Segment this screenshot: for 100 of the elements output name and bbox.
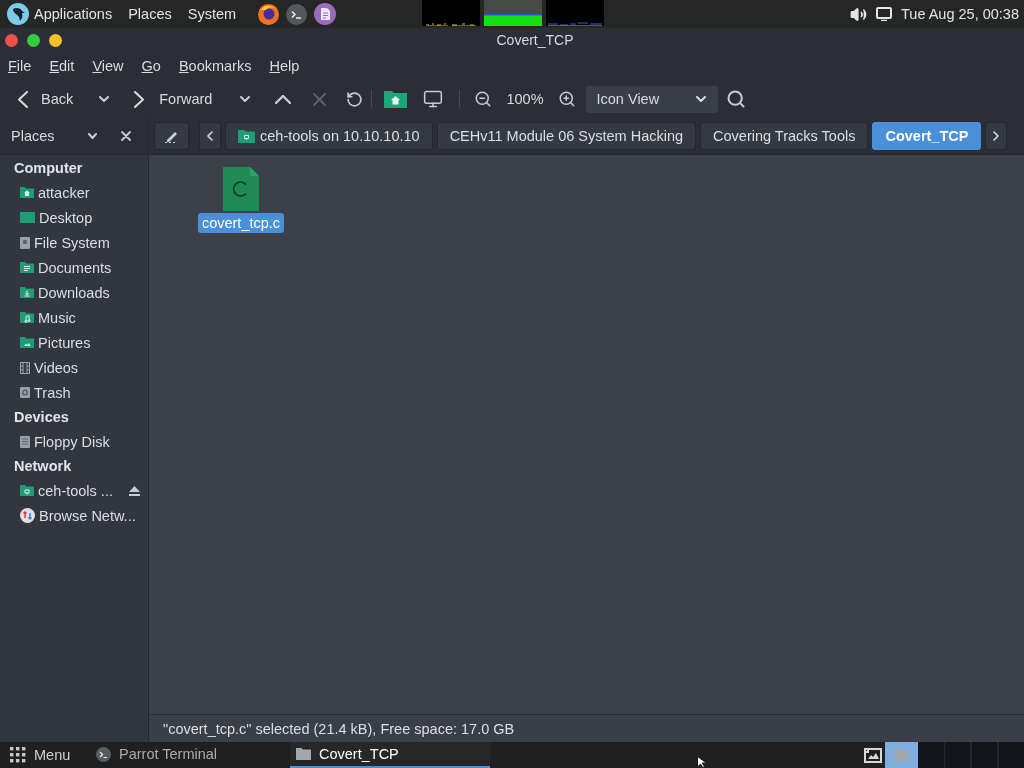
pencil-icon — [164, 129, 179, 143]
clock[interactable]: Tue Aug 25, 00:38 — [901, 6, 1019, 22]
menu-item[interactable]: View — [92, 58, 124, 74]
edit-location-button[interactable] — [154, 122, 189, 150]
close-icon — [121, 131, 131, 141]
home-button[interactable] — [384, 90, 408, 108]
folder-icon — [296, 748, 311, 760]
image-icon — [864, 747, 882, 763]
sidebar-mode-button[interactable] — [88, 133, 97, 139]
forward-history-button[interactable] — [240, 96, 251, 102]
film-icon — [20, 361, 30, 374]
scroll-right-button[interactable] — [985, 122, 1008, 150]
pictures-folder-icon — [20, 337, 34, 348]
computer-button[interactable] — [423, 89, 444, 109]
reload-icon — [346, 90, 364, 108]
zoom-out-icon — [474, 90, 493, 108]
path-segment[interactable]: Covering Tracks Tools — [700, 122, 869, 150]
back-history-button[interactable] — [99, 96, 110, 102]
panel-menu[interactable]: Places — [128, 6, 172, 22]
chevron-left-icon — [18, 90, 28, 108]
panel-menu[interactable]: System — [187, 6, 237, 22]
sidebar-item[interactable]: attacker — [0, 180, 148, 205]
sidebar-item[interactable]: File System — [0, 230, 148, 255]
menu-item[interactable]: Go — [141, 58, 161, 74]
chevron-right-icon — [993, 131, 1000, 141]
close-sidebar-button[interactable] — [121, 131, 131, 141]
sidebar-item[interactable]: ceh-tools ... — [0, 478, 148, 503]
status-text: "covert_tcp.c" selected (21.4 kB), Free space: 17.0 GB — [163, 720, 515, 737]
window-title: Covert_TCP — [496, 32, 574, 48]
zoom-out-button[interactable] — [474, 90, 493, 108]
network-icon — [20, 508, 35, 523]
panel-menu[interactable]: Applications — [7, 3, 113, 25]
sidebar-section-title: Devices — [13, 408, 70, 427]
close-icon — [313, 92, 327, 106]
shared-folder-icon — [238, 129, 255, 143]
sidebar-item[interactable]: Videos — [0, 355, 148, 380]
close-window-button[interactable] — [5, 33, 18, 47]
c-source-file-icon[interactable] — [223, 167, 259, 211]
volume-icon[interactable] — [850, 5, 867, 23]
trash-icon — [20, 387, 30, 398]
path-segment[interactable]: CEHv11 Module 06 System Hacking — [436, 122, 697, 150]
zoom-in-button[interactable] — [557, 90, 576, 108]
text-editor-launcher-icon[interactable] — [314, 3, 337, 25]
minimize-window-button[interactable] — [49, 33, 62, 47]
back-button[interactable]: Back — [14, 85, 78, 113]
home-folder-icon — [384, 90, 408, 108]
drive-icon — [20, 236, 30, 249]
load-graph — [546, 0, 604, 26]
sidebar-section-title: Computer — [13, 159, 84, 178]
taskbar-window-button[interactable]: Covert_TCP — [290, 742, 490, 768]
zoom-in-icon — [557, 90, 576, 108]
sidebar-title: Places — [11, 128, 56, 144]
browser-launcher-icon[interactable] — [258, 3, 280, 25]
menu-button[interactable]: Menu — [0, 742, 90, 768]
desktop-icon — [20, 212, 35, 223]
menu-item[interactable]: Edit — [49, 58, 75, 74]
sidebar-section-title: Network — [13, 457, 73, 476]
scroll-left-button[interactable] — [199, 122, 221, 150]
zoom-level: 100% — [505, 91, 545, 107]
memory-graph — [484, 0, 542, 26]
maximize-window-button[interactable] — [27, 33, 40, 47]
workspace-switcher[interactable] — [918, 742, 1024, 768]
sidebar-item[interactable]: Browse Netw... — [0, 503, 148, 528]
caret-icon — [240, 96, 251, 102]
load-graph — [422, 0, 480, 26]
sidebar-item[interactable]: Pictures — [0, 330, 148, 355]
parent-folder-button[interactable] — [275, 94, 292, 104]
sidebar-item[interactable]: Floppy Disk — [0, 429, 148, 454]
grid-icon — [10, 747, 26, 763]
sidebar-item[interactable]: Trash — [0, 380, 148, 405]
forward-button[interactable]: Forward — [130, 85, 217, 113]
reload-button[interactable] — [346, 90, 364, 108]
menu-item[interactable]: Help — [269, 58, 300, 74]
menu-item[interactable]: File — [8, 58, 32, 74]
chevron-left-icon — [207, 131, 213, 141]
caret-icon — [99, 96, 110, 102]
search-button[interactable] — [725, 89, 746, 109]
chevron-up-icon — [275, 94, 292, 104]
caret-icon — [695, 96, 706, 102]
sidebar-item[interactable]: Downloads — [0, 280, 148, 305]
terminal-launcher-icon[interactable] — [286, 3, 308, 25]
sidebar-item[interactable]: Desktop — [0, 205, 148, 230]
home-folder-icon — [20, 187, 34, 198]
terminal-icon — [96, 746, 111, 762]
taskbar-window-button[interactable]: Parrot Terminal — [90, 742, 290, 768]
sidebar-item[interactable]: Music — [0, 305, 148, 330]
eject-icon[interactable] — [129, 485, 140, 496]
caret-icon — [88, 133, 97, 139]
sidebar-item[interactable]: Documents — [0, 255, 148, 280]
chevron-right-icon — [134, 90, 145, 108]
parrot-logo-icon — [7, 3, 29, 25]
menu-item[interactable]: Bookmarks — [178, 58, 252, 74]
downloads-folder-icon — [20, 287, 34, 298]
folder-icon — [894, 749, 909, 761]
view-mode-dropdown[interactable]: Icon View — [585, 85, 718, 113]
monitor-icon — [423, 89, 444, 109]
documents-folder-icon — [20, 262, 34, 273]
music-folder-icon — [20, 312, 34, 323]
display-icon[interactable] — [876, 7, 892, 21]
path-segment[interactable]: ceh-tools on 10.10.10.10 — [225, 122, 433, 150]
